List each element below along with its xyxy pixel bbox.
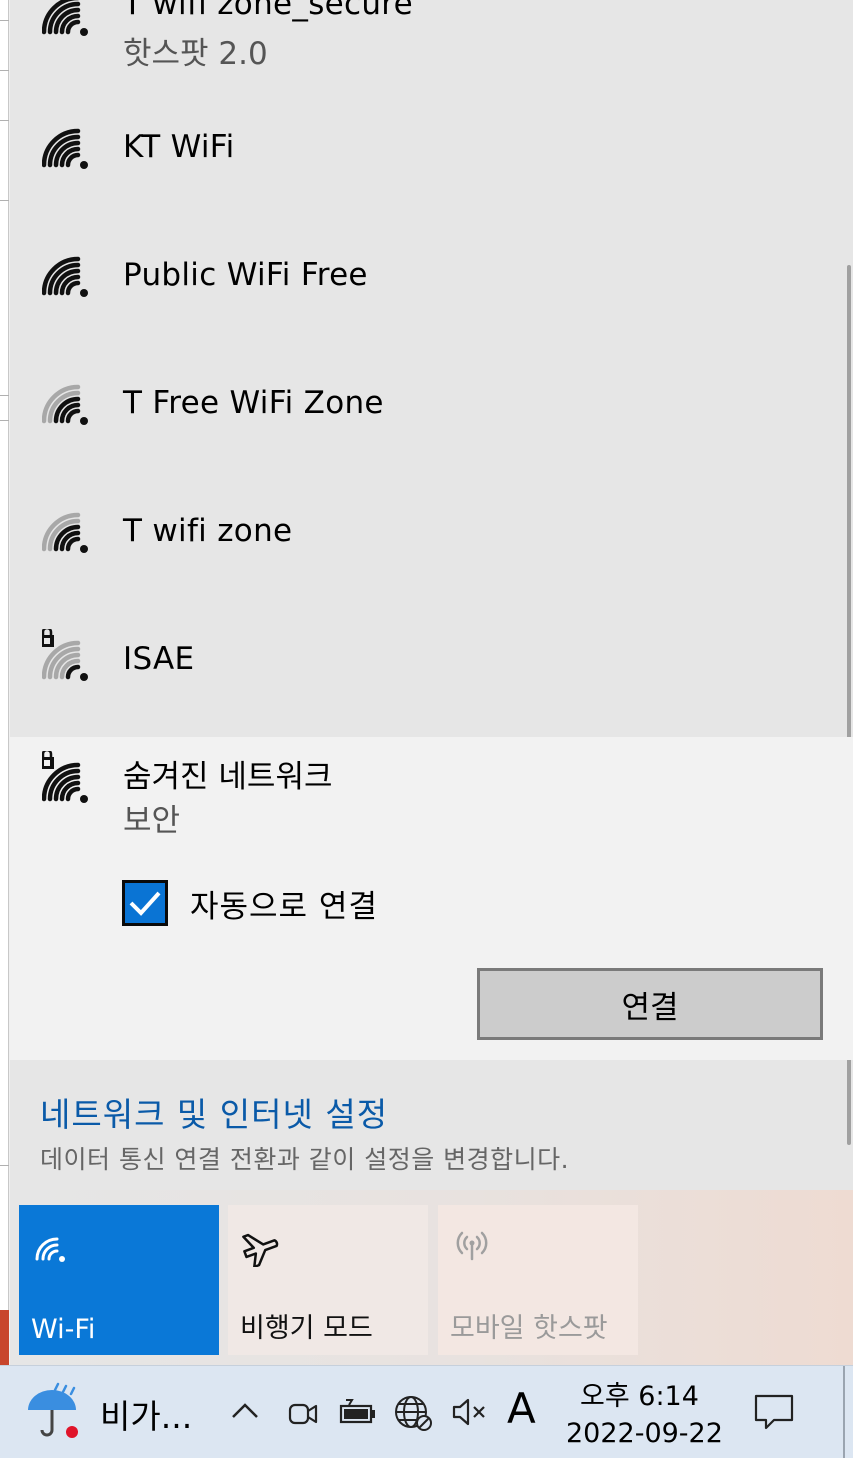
network-globe-icon[interactable] bbox=[393, 1392, 433, 1432]
volume-muted-icon[interactable] bbox=[450, 1394, 488, 1430]
network-item-t-wifi-zone-secure[interactable]: T wifi zone_secure 핫스팟 2.0 bbox=[10, 0, 853, 128]
airplane-mode-tile[interactable]: 비행기 모드 bbox=[228, 1205, 428, 1355]
background-window-edge bbox=[0, 0, 9, 1365]
wifi-secured-weak-icon bbox=[42, 629, 88, 681]
rain-umbrella-icon[interactable] bbox=[22, 1380, 84, 1442]
wifi-signal-full-icon bbox=[42, 256, 88, 297]
meet-now-icon[interactable] bbox=[286, 1396, 320, 1430]
network-ssid: Public WiFi Free bbox=[123, 257, 368, 293]
weather-text[interactable]: 비가... bbox=[100, 1390, 192, 1438]
network-item-hidden-selected[interactable]: 숨겨진 네트워크 보안 자동으로 연결 연결 bbox=[10, 737, 853, 1060]
clock-date[interactable]: 2022-09-22 bbox=[566, 1418, 723, 1449]
network-item-t-free-wifi-zone[interactable]: T Free WiFi Zone bbox=[10, 373, 853, 501]
network-ssid: 숨겨진 네트워크 bbox=[123, 759, 333, 795]
mobile-hotspot-tile[interactable]: 모바일 핫스팟 bbox=[438, 1205, 638, 1355]
auto-connect-checkbox[interactable] bbox=[122, 880, 168, 926]
wifi-tile-label: Wi-Fi bbox=[31, 1314, 96, 1345]
network-item-public-wifi-free[interactable]: Public WiFi Free bbox=[10, 245, 853, 373]
network-ssid: KT WiFi bbox=[123, 129, 235, 165]
wifi-signal-medium-icon bbox=[42, 384, 88, 425]
wifi-secured-full-icon bbox=[42, 751, 88, 803]
auto-connect-label: 자동으로 연결 bbox=[190, 888, 378, 925]
airplane-icon bbox=[242, 1233, 279, 1267]
checkmark-icon bbox=[129, 891, 161, 916]
wifi-signal-medium-icon bbox=[42, 512, 88, 553]
network-security-status: 보안 bbox=[123, 803, 181, 839]
taskbar: 비가... A 오후 6:14 2022-09-22 bbox=[0, 1365, 853, 1458]
auto-connect-row[interactable]: 자동으로 연결 bbox=[122, 879, 378, 927]
wifi-signal-full-icon bbox=[42, 0, 88, 36]
clock-time[interactable]: 오후 6:14 bbox=[580, 1374, 699, 1413]
network-ssid: T wifi zone_secure bbox=[123, 0, 414, 22]
network-item-kt-wifi[interactable]: KT WiFi bbox=[10, 117, 853, 245]
hotspot-tile-label: 모바일 핫스팟 bbox=[450, 1313, 608, 1344]
network-ssid: T Free WiFi Zone bbox=[123, 385, 384, 421]
hotspot-icon bbox=[456, 1231, 488, 1261]
show-hidden-icons-chevron-icon[interactable] bbox=[228, 1394, 262, 1428]
battery-charging-icon[interactable] bbox=[338, 1396, 378, 1430]
wifi-toggle-tile[interactable]: Wi-Fi bbox=[19, 1205, 219, 1355]
network-item-t-wifi-zone[interactable]: T wifi zone bbox=[10, 501, 853, 629]
network-ssid: ISAE bbox=[123, 641, 195, 677]
input-method-indicator[interactable]: A bbox=[507, 1384, 536, 1433]
wifi-icon bbox=[35, 1237, 65, 1262]
notification-center-icon[interactable] bbox=[752, 1392, 796, 1432]
show-desktop-button[interactable] bbox=[843, 1366, 845, 1458]
network-settings-link[interactable]: 네트워크 및 인터넷 설정 bbox=[40, 1088, 388, 1136]
network-settings-description: 데이터 통신 연결 전환과 같이 설정을 변경합니다. bbox=[40, 1145, 570, 1174]
wifi-signal-full-icon bbox=[42, 128, 88, 169]
connect-button[interactable]: 연결 bbox=[477, 968, 823, 1040]
network-status: 핫스팟 2.0 bbox=[123, 36, 268, 72]
network-flyout: T wifi zone_secure 핫스팟 2.0 KT WiFi Publi… bbox=[10, 0, 853, 1365]
airplane-tile-label: 비행기 모드 bbox=[240, 1313, 373, 1344]
network-ssid: T wifi zone bbox=[123, 513, 293, 549]
